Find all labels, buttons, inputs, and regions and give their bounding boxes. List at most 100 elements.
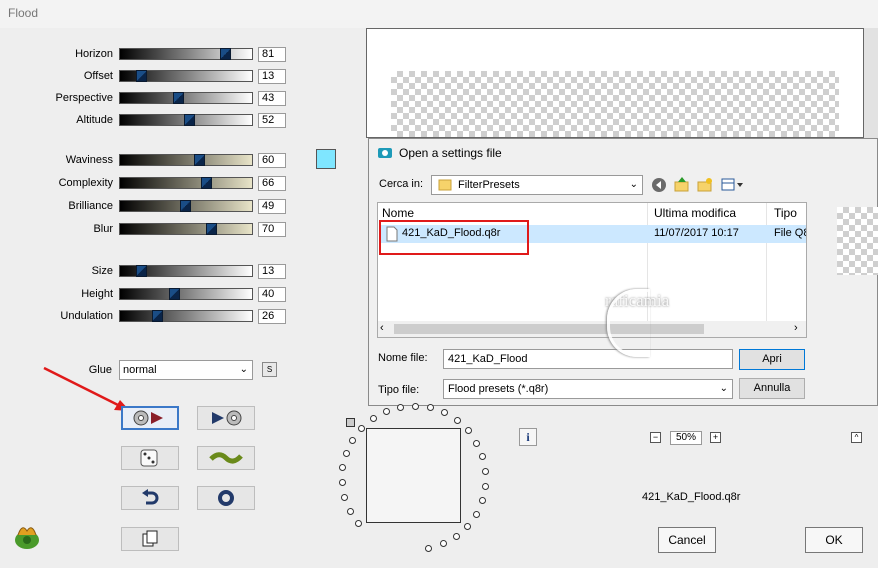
ring-dot — [427, 404, 435, 412]
slider-thumb[interactable] — [194, 154, 205, 166]
load-preset-button[interactable] — [121, 406, 179, 430]
ring-dot — [339, 464, 347, 472]
chevron-down-icon: ⌄ — [239, 364, 248, 375]
ring-dot — [464, 427, 472, 435]
new-folder-icon[interactable] — [697, 177, 713, 193]
slider-value-input[interactable]: 70 — [258, 222, 286, 237]
slider-value-input[interactable]: 60 — [258, 153, 286, 168]
ring-dot — [453, 417, 461, 425]
column-header-modified[interactable]: Ultima modifica — [654, 203, 736, 223]
slider-track[interactable] — [119, 48, 253, 60]
scrollbar-thumb[interactable] — [394, 324, 704, 334]
slider-track[interactable] — [119, 154, 253, 166]
slider-value-input[interactable]: 49 — [258, 199, 286, 214]
s-button[interactable]: S — [262, 362, 277, 377]
slider-value-input[interactable]: 66 — [258, 176, 286, 191]
slider-track[interactable] — [119, 200, 253, 212]
slider-thumb[interactable] — [201, 177, 212, 189]
look-in-label: Cerca in: — [379, 178, 424, 190]
watermark-logo — [607, 289, 650, 357]
dialog-cancel-button[interactable]: Annulla — [739, 378, 805, 399]
slider-thumb[interactable] — [220, 48, 231, 60]
expand-icon[interactable]: ^ — [851, 432, 862, 443]
color-swatch[interactable] — [316, 149, 336, 169]
dialog-preview-thumbnail — [837, 207, 878, 275]
save-preset-icon — [212, 410, 242, 426]
slider-thumb[interactable] — [206, 223, 217, 235]
slider-label: Undulation — [60, 310, 113, 322]
ring-dot — [341, 494, 349, 502]
preset-thumbnail — [366, 428, 461, 523]
ring-dot — [472, 511, 480, 518]
undo-button[interactable] — [121, 486, 179, 510]
scroll-left-icon[interactable]: ‹ — [380, 322, 384, 334]
slider-label: Brilliance — [68, 200, 113, 212]
folder-icon — [438, 179, 452, 191]
slider-track[interactable] — [119, 288, 253, 300]
slider-label: Height — [81, 288, 113, 300]
slider-thumb[interactable] — [169, 288, 180, 300]
file-type: File Q8 — [774, 227, 807, 239]
ring-dot — [355, 520, 363, 528]
cancel-button[interactable]: Cancel — [658, 527, 716, 553]
slider-value-input[interactable]: 13 — [258, 264, 286, 279]
zoom-in-button[interactable]: + — [710, 432, 721, 443]
view-menu-icon[interactable] — [721, 177, 745, 193]
slider-value-input[interactable]: 52 — [258, 113, 286, 128]
slider-track[interactable] — [119, 177, 253, 189]
column-header-type[interactable]: Tipo — [774, 203, 797, 223]
filename-input[interactable]: 421_KaD_Flood — [443, 349, 733, 369]
wave-button[interactable] — [197, 446, 255, 470]
slider-thumb[interactable] — [173, 92, 184, 104]
annotation-highlight-box — [379, 220, 529, 255]
ring-dot — [346, 507, 354, 515]
zoom-value: 50% — [670, 431, 702, 445]
slider-track[interactable] — [119, 265, 253, 277]
ring-icon — [218, 490, 234, 506]
slider-label: Altitude — [76, 114, 113, 126]
save-preset-button[interactable] — [197, 406, 255, 430]
dialog-title-bar: Open a settings file — [377, 146, 502, 160]
dialog-app-icon — [378, 148, 392, 158]
open-button[interactable]: Apri — [739, 349, 805, 370]
ring-handle[interactable] — [346, 418, 355, 427]
look-in-combo[interactable]: FilterPresets ⌄ — [431, 175, 643, 195]
filetype-value: Flood presets (*.q8r) — [448, 383, 549, 395]
glue-select[interactable]: normal ⌄ — [119, 360, 253, 380]
title-bar: Flood — [0, 0, 878, 28]
slider-value-input[interactable]: 26 — [258, 309, 286, 324]
slider-track[interactable] — [119, 92, 253, 104]
ok-button[interactable]: OK — [805, 527, 863, 553]
slider-value-input[interactable]: 43 — [258, 91, 286, 106]
slider-value-input[interactable]: 40 — [258, 287, 286, 302]
ring-dot — [452, 532, 460, 540]
slider-track[interactable] — [119, 310, 253, 322]
horizontal-scrollbar[interactable]: ‹ › — [378, 321, 806, 337]
copy-button[interactable] — [121, 527, 179, 551]
open-settings-dialog: Open a settings file Cerca in: FilterPre… — [368, 138, 878, 406]
ring-dot — [441, 409, 449, 417]
ring-dot — [473, 439, 481, 447]
slider-thumb[interactable] — [152, 310, 163, 322]
slider-value-input[interactable]: 13 — [258, 69, 286, 84]
ring-dot — [463, 523, 471, 531]
ring-dot — [383, 407, 391, 415]
filetype-select[interactable]: Flood presets (*.q8r) ⌄ — [443, 379, 733, 399]
preview-scrollbar[interactable] — [864, 28, 878, 138]
info-icon[interactable]: i — [519, 428, 537, 446]
zoom-out-button[interactable]: − — [650, 432, 661, 443]
up-folder-icon[interactable] — [674, 177, 690, 193]
slider-track[interactable] — [119, 70, 253, 82]
scroll-right-icon[interactable]: › — [794, 322, 798, 334]
slider-thumb[interactable] — [180, 200, 191, 212]
back-icon[interactable] — [651, 177, 667, 193]
reset-button[interactable] — [197, 486, 255, 510]
slider-thumb[interactable] — [136, 265, 147, 277]
random-button[interactable] — [121, 446, 179, 470]
slider-thumb[interactable] — [184, 114, 195, 126]
slider-track[interactable] — [119, 223, 253, 235]
slider-track[interactable] — [119, 114, 253, 126]
slider-label: Waviness — [65, 154, 113, 166]
slider-thumb[interactable] — [136, 70, 147, 82]
slider-value-input[interactable]: 81 — [258, 47, 286, 62]
